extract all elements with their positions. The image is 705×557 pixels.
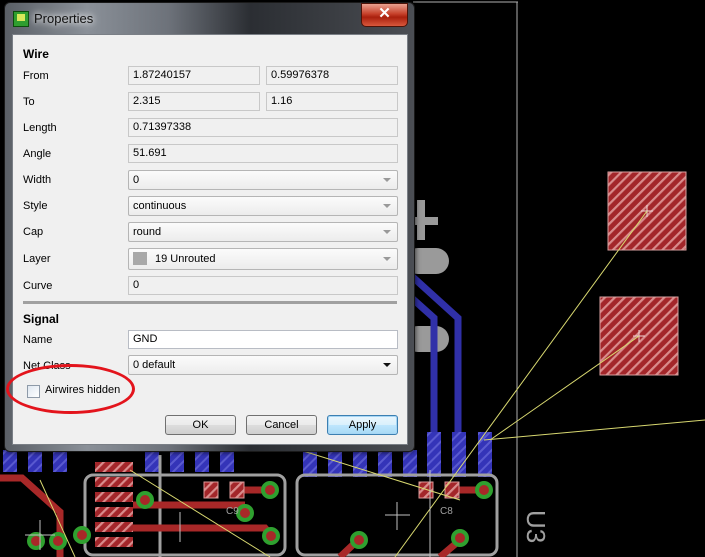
netclass-select[interactable]: 0 default: [128, 355, 398, 375]
section-title-signal: Signal: [23, 312, 60, 326]
netclass-value: 0 default: [133, 359, 176, 371]
apply-button[interactable]: Apply: [327, 415, 398, 435]
to-x-field[interactable]: 2.315: [128, 92, 260, 111]
cap-value: round: [133, 226, 162, 238]
cancel-button[interactable]: Cancel: [246, 415, 317, 435]
width-combo[interactable]: 0: [128, 170, 398, 190]
ok-button[interactable]: OK: [165, 415, 236, 435]
width-label: Width: [23, 174, 52, 186]
style-label: Style: [23, 200, 48, 212]
properties-dialog: Properties ✕ Wire From 1.87240157 0.5997…: [4, 2, 415, 452]
close-button[interactable]: ✕: [361, 3, 408, 27]
to-y-field[interactable]: 1.16: [266, 92, 398, 111]
eagle-board-icon: [13, 11, 29, 27]
layer-value: 19 Unrouted: [155, 253, 216, 265]
dialog-body: Wire From 1.87240157 0.59976378 To 2.315…: [12, 34, 408, 445]
section-title-wire: Wire: [23, 47, 49, 61]
cap-label: Cap: [23, 226, 44, 238]
section-divider: [23, 301, 397, 304]
title-bar[interactable]: Properties ✕: [5, 3, 414, 33]
to-label: To: [23, 96, 35, 108]
cap-pad[interactable]: [418, 481, 434, 499]
airwires-hidden-label[interactable]: Airwires hidden: [45, 384, 120, 396]
style-select[interactable]: continuous: [128, 196, 398, 216]
airwires-hidden-checkbox[interactable]: [27, 385, 40, 398]
curve-label: Curve: [23, 280, 53, 292]
chevron-down-icon: [383, 230, 391, 234]
signal-name-field[interactable]: GND: [128, 330, 398, 349]
chevron-down-icon: [383, 257, 391, 261]
part-label-u3: U3: [521, 510, 551, 543]
layer-select[interactable]: 19 Unrouted: [128, 248, 398, 270]
length-label: Length: [23, 122, 57, 134]
cap-pad[interactable]: [229, 481, 245, 499]
cap-pad[interactable]: [203, 481, 219, 499]
window-title: Properties: [34, 11, 94, 26]
angle-label: Angle: [23, 148, 52, 160]
silkscreen-plus: [413, 200, 438, 240]
curve-field[interactable]: 0: [128, 276, 398, 295]
from-x-field[interactable]: 1.87240157: [128, 66, 260, 85]
chevron-down-icon: [383, 363, 391, 367]
top-trace[interactable]: [133, 524, 275, 539]
name-label: Name: [23, 334, 53, 346]
layer-color-swatch: [133, 251, 147, 265]
from-y-field[interactable]: 0.59976378: [266, 66, 398, 85]
cap-select[interactable]: round: [128, 222, 398, 242]
width-value: 0: [133, 174, 140, 186]
chevron-down-icon: [383, 204, 391, 208]
length-field[interactable]: 0.71397338: [128, 118, 398, 137]
part-label-c8: C8: [440, 506, 453, 517]
chevron-down-icon: [383, 178, 391, 182]
layer-label: Layer: [23, 253, 51, 265]
part-label-c9: C9: [226, 506, 239, 517]
angle-field[interactable]: 51.691: [128, 144, 398, 163]
from-label: From: [23, 70, 49, 82]
netclass-label: Net Class: [23, 360, 71, 372]
style-value: continuous: [133, 200, 187, 212]
